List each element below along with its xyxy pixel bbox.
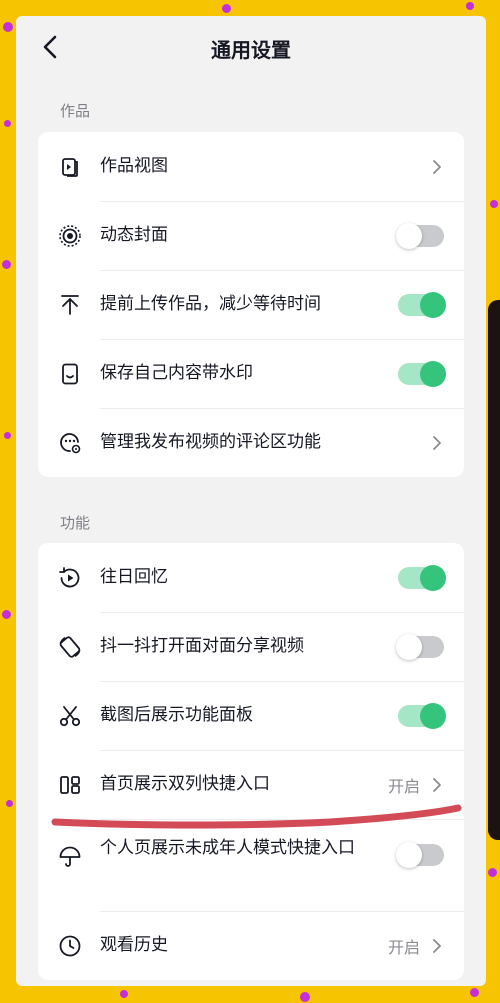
double-column-icon (60, 775, 80, 794)
setting-row-watch-history[interactable]: 观看历史 开启 (38, 911, 464, 980)
toggle-knob (420, 702, 446, 729)
toggle-knob (420, 291, 446, 318)
toggle-knob (396, 222, 422, 249)
toggle-knob (396, 842, 422, 868)
chevron-right-icon (433, 435, 441, 450)
live-cover-icon (59, 224, 81, 247)
decor-dot (2, 260, 11, 269)
setting-row-watermark: 保存自己内容带水印 (38, 339, 464, 408)
setting-label: 首页展示双列快捷入口 (100, 774, 270, 794)
top-nav-bar: 通用设置 (16, 16, 486, 78)
setting-row-pre-upload: 提前上传作品，减少等待时间 (38, 270, 464, 339)
background-photo-edge (488, 300, 500, 840)
setting-value: 开启 (387, 937, 420, 957)
chevron-right-icon (433, 938, 441, 953)
comment-settings-icon (60, 432, 81, 453)
toggle-knob (420, 564, 446, 591)
setting-label: 个人页展示未成年人模式快捷入口 (100, 838, 355, 858)
memories-icon (59, 566, 80, 587)
decor-dot (120, 990, 128, 998)
pre-upload-toggle[interactable] (398, 291, 446, 318)
video-view-icon (62, 157, 78, 177)
shake-share-toggle[interactable] (396, 633, 444, 660)
section-label-features: 功能 (60, 514, 91, 532)
setting-label: 保存自己内容带水印 (100, 363, 253, 383)
decor-dot (4, 120, 11, 127)
setting-row-works-view[interactable]: 作品视图 (38, 132, 464, 201)
decor-dot (490, 200, 498, 208)
setting-label: 管理我发布视频的评论区功能 (100, 432, 321, 452)
scissors-icon (59, 705, 81, 726)
umbrella-icon (59, 846, 81, 867)
decor-dot (3, 22, 13, 32)
setting-row-teen-mode: 个人页展示未成年人模式快捷入口 (38, 819, 464, 911)
decor-dot (2, 610, 11, 619)
decor-dot (488, 868, 497, 877)
section-label-works: 作品 (60, 102, 91, 120)
decor-dot (466, 2, 474, 10)
phone-watermark-icon (62, 363, 78, 384)
screenshot-panel-toggle[interactable] (398, 702, 446, 729)
chevron-right-icon (433, 777, 441, 792)
toggle-knob (396, 633, 422, 660)
teen-mode-toggle[interactable] (396, 842, 444, 868)
toggle-knob (420, 360, 446, 387)
shake-share-icon (59, 635, 81, 658)
setting-label: 观看历史 (100, 935, 168, 955)
chevron-right-icon (433, 159, 441, 174)
setting-row-comment-manage[interactable]: 管理我发布视频的评论区功能 (38, 408, 464, 477)
setting-row-double-column[interactable]: 首页展示双列快捷入口 开启 (38, 750, 464, 819)
setting-row-memories: 往日回忆 (38, 543, 464, 612)
setting-row-live-cover: 动态封面 (38, 201, 464, 270)
decor-dot (6, 800, 13, 807)
clock-icon (59, 935, 81, 956)
memories-toggle[interactable] (398, 564, 446, 591)
setting-label: 作品视图 (100, 156, 168, 176)
phone-screen: 通用设置 作品 作品视图 动态封面 提前上传作品，减少等待时间 保存自己内容带水… (16, 16, 486, 986)
page-title: 通用设置 (211, 38, 291, 62)
setting-label: 动态封面 (100, 225, 168, 245)
watermark-toggle[interactable] (398, 360, 446, 387)
decor-dot (4, 432, 11, 439)
decor-dot (300, 992, 310, 1002)
setting-label: 截图后展示功能面板 (100, 705, 253, 725)
setting-label: 提前上传作品，减少等待时间 (100, 294, 321, 314)
decor-dot (222, 4, 231, 13)
setting-row-shake-share: 抖一抖打开面对面分享视频 (38, 612, 464, 681)
setting-row-screenshot-panel: 截图后展示功能面板 (38, 681, 464, 750)
setting-label: 往日回忆 (100, 567, 168, 587)
live-cover-toggle[interactable] (396, 222, 444, 249)
setting-value: 开启 (387, 776, 420, 796)
setting-label: 抖一抖打开面对面分享视频 (100, 636, 304, 656)
settings-card-features: 往日回忆 抖一抖打开面对面分享视频 截图后展示功能面板 首页展示双列快捷入口 开… (38, 543, 464, 980)
decor-dot (470, 988, 479, 997)
upload-icon (61, 294, 79, 315)
settings-card-works: 作品视图 动态封面 提前上传作品，减少等待时间 保存自己内容带水印 管理我发布视… (38, 132, 464, 477)
